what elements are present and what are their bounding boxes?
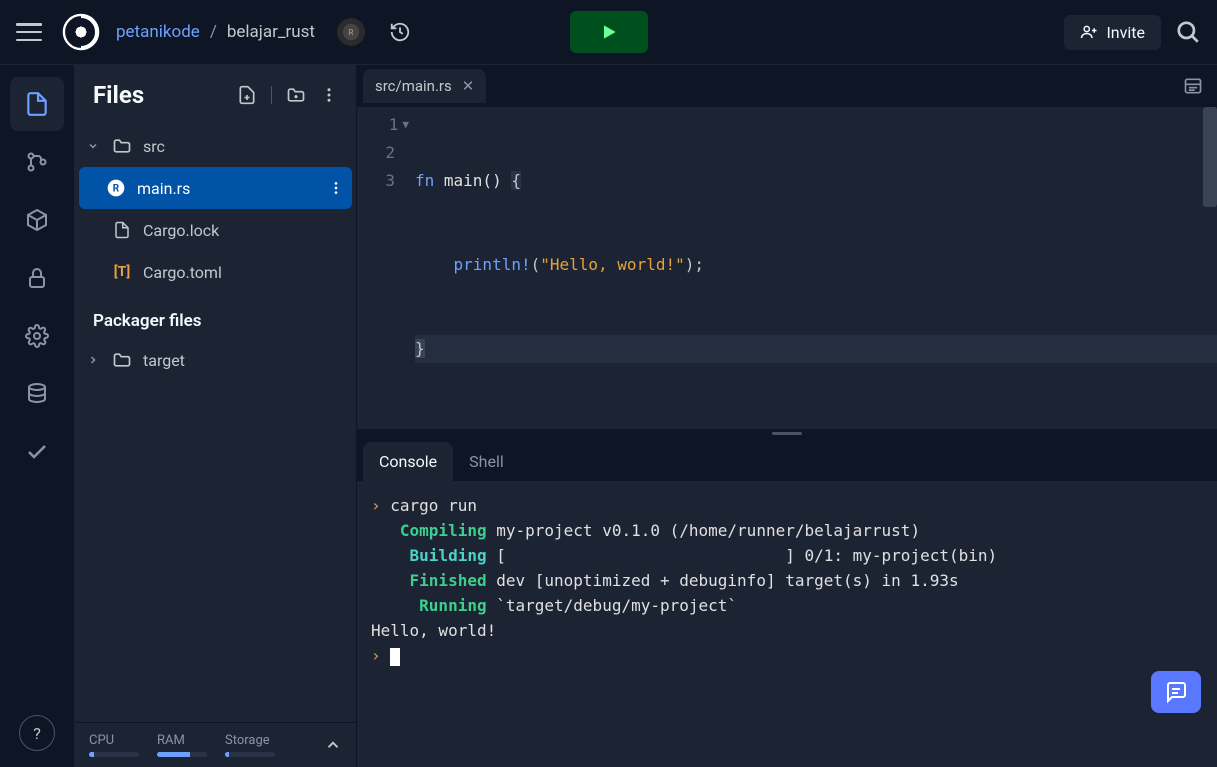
breadcrumb: petanikode / belajar_rust bbox=[116, 22, 315, 42]
code-content[interactable]: fn main() { println!("Hello, world!"); } bbox=[415, 107, 1217, 429]
tab-label: src/main.rs bbox=[375, 77, 452, 95]
folder-src[interactable]: src bbox=[75, 125, 356, 167]
ram-metric: RAM bbox=[157, 733, 207, 757]
rail-database-icon[interactable] bbox=[10, 367, 64, 421]
tab-console[interactable]: Console bbox=[363, 442, 453, 481]
new-file-icon[interactable] bbox=[237, 85, 257, 105]
invite-label: Invite bbox=[1106, 23, 1145, 42]
rail-version-control-icon[interactable] bbox=[10, 135, 64, 189]
main-area: ? Files src R main.rs bbox=[0, 65, 1217, 767]
editor-tab-main-rs[interactable]: src/main.rs ✕ bbox=[363, 69, 486, 103]
packager-section-title: Packager files bbox=[75, 293, 356, 339]
chevron-down-icon bbox=[87, 140, 101, 152]
line-gutter: 1▼ 2 3 bbox=[357, 107, 415, 429]
files-sidebar: Files src R main.rs Cargo.lo bbox=[75, 65, 357, 767]
rail-tests-icon[interactable] bbox=[10, 425, 64, 479]
folder-label: target bbox=[143, 351, 185, 370]
breadcrumb-separator: / bbox=[210, 22, 217, 42]
file-tree: src R main.rs Cargo.lock [T] Cargo.toml … bbox=[75, 121, 356, 722]
panel-splitter[interactable] bbox=[357, 429, 1217, 437]
activity-rail: ? bbox=[0, 65, 75, 767]
file-cargo-toml[interactable]: [T] Cargo.toml bbox=[75, 251, 356, 293]
folder-label: src bbox=[143, 137, 165, 156]
history-icon[interactable] bbox=[389, 21, 411, 43]
toml-file-icon: [T] bbox=[111, 264, 133, 280]
new-folder-icon[interactable] bbox=[286, 85, 306, 105]
terminal-cursor bbox=[390, 648, 400, 666]
cpu-label: CPU bbox=[89, 733, 139, 748]
run-button[interactable] bbox=[570, 11, 648, 53]
resource-status-bar: CPU RAM Storage bbox=[75, 722, 356, 767]
folder-target[interactable]: target bbox=[75, 339, 356, 381]
search-icon[interactable] bbox=[1175, 19, 1201, 45]
file-cargo-lock[interactable]: Cargo.lock bbox=[75, 209, 356, 251]
header-bar: petanikode / belajar_rust R Invite bbox=[0, 0, 1217, 65]
repo-name[interactable]: belajar_rust bbox=[227, 22, 315, 42]
ram-label: RAM bbox=[157, 733, 207, 748]
rail-files-icon[interactable] bbox=[10, 77, 64, 131]
cpu-metric: CPU bbox=[89, 733, 139, 757]
rust-file-icon: R bbox=[105, 178, 127, 198]
chevron-right-icon bbox=[87, 354, 101, 366]
sidebar-title: Files bbox=[93, 81, 144, 109]
file-label: Cargo.lock bbox=[143, 221, 219, 240]
editor-area: src/main.rs ✕ 1▼ 2 3 fn main() { println… bbox=[357, 65, 1217, 767]
bottom-panel: Console Shell › cargo run Compiling my-p… bbox=[357, 437, 1217, 767]
file-label: main.rs bbox=[137, 179, 190, 198]
folder-icon bbox=[111, 350, 133, 370]
more-icon[interactable] bbox=[320, 86, 338, 104]
invite-icon bbox=[1080, 23, 1098, 41]
console-output[interactable]: › cargo run Compiling my-project v0.1.0 … bbox=[357, 481, 1217, 767]
file-label: Cargo.toml bbox=[143, 263, 222, 282]
editor-tabs: src/main.rs ✕ bbox=[357, 65, 1217, 107]
status-expand-icon[interactable] bbox=[324, 736, 342, 754]
folder-icon bbox=[111, 136, 133, 156]
language-icon[interactable]: R bbox=[337, 18, 365, 46]
svg-text:R: R bbox=[348, 28, 354, 38]
file-more-icon[interactable] bbox=[328, 180, 344, 196]
fold-icon[interactable]: ▼ bbox=[402, 111, 409, 139]
invite-button[interactable]: Invite bbox=[1064, 15, 1161, 50]
repo-owner-link[interactable]: petanikode bbox=[116, 22, 200, 42]
menu-icon[interactable] bbox=[16, 23, 42, 41]
rail-packages-icon[interactable] bbox=[10, 193, 64, 247]
storage-metric: Storage bbox=[225, 733, 275, 757]
editor-scrollbar[interactable] bbox=[1203, 107, 1217, 207]
close-icon[interactable]: ✕ bbox=[462, 77, 475, 95]
code-editor[interactable]: 1▼ 2 3 fn main() { println!("Hello, worl… bbox=[357, 107, 1217, 429]
rail-settings-icon[interactable] bbox=[10, 309, 64, 363]
editor-panel-icon[interactable] bbox=[1183, 76, 1217, 96]
replit-logo[interactable] bbox=[62, 13, 100, 51]
chat-button[interactable] bbox=[1151, 671, 1201, 713]
file-main-rs[interactable]: R main.rs bbox=[79, 167, 352, 209]
file-icon bbox=[111, 221, 133, 239]
rail-secrets-icon[interactable] bbox=[10, 251, 64, 305]
help-button[interactable]: ? bbox=[19, 715, 55, 751]
storage-label: Storage bbox=[225, 733, 275, 748]
svg-text:R: R bbox=[113, 183, 120, 194]
tab-shell[interactable]: Shell bbox=[453, 442, 520, 481]
panel-tabs: Console Shell bbox=[357, 437, 1217, 481]
divider bbox=[271, 86, 272, 104]
